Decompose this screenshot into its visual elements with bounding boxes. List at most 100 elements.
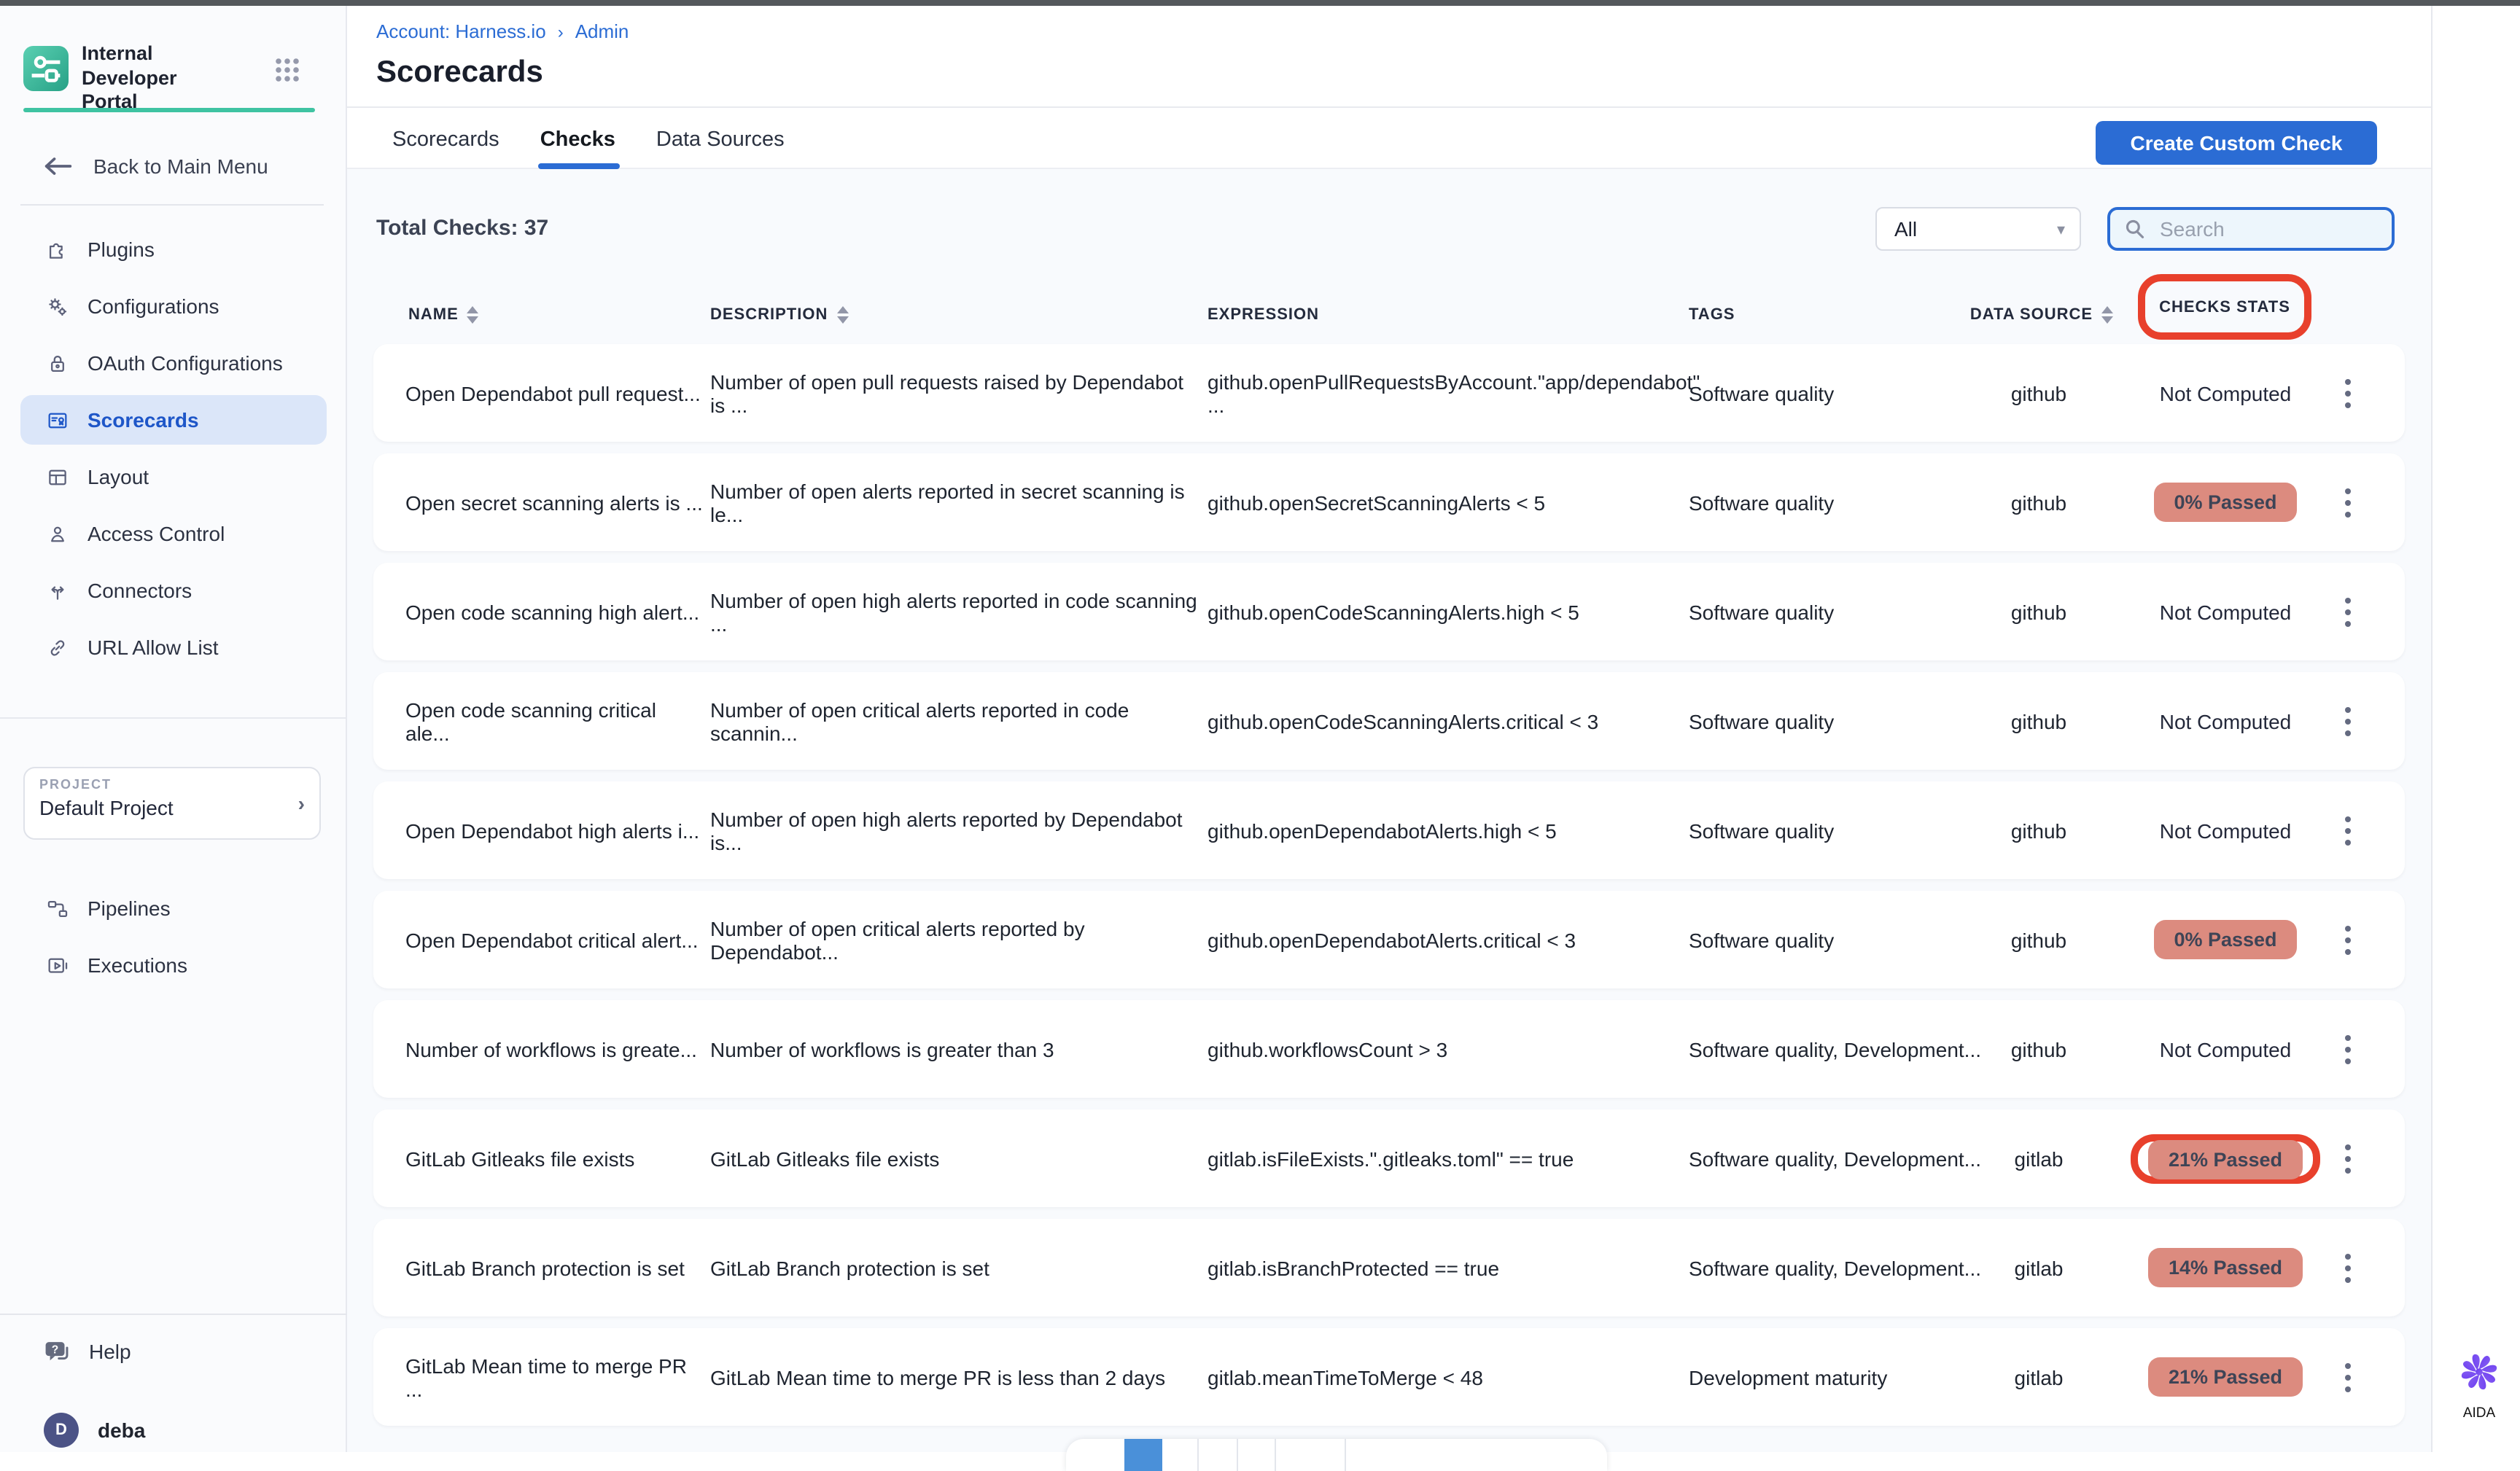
kebab-menu-icon[interactable]: [2330, 891, 2365, 988]
user-name: deba: [98, 1419, 145, 1442]
user-menu[interactable]: D deba: [44, 1411, 321, 1449]
sidebar-item-pipelines[interactable]: Pipelines: [20, 883, 327, 933]
status-badge: 21% Passed: [2148, 1357, 2303, 1397]
annotation-ring-badge: 21% Passed: [2131, 1134, 2320, 1183]
gears-icon: [44, 293, 70, 319]
sidebar-item-connectors[interactable]: Connectors: [20, 566, 327, 615]
page-header: [347, 6, 2431, 108]
check-name: Open Dependabot pull request...: [405, 344, 704, 442]
check-description: Number of open pull requests raised by D…: [710, 344, 1199, 442]
check-stats: 21% Passed: [2080, 1328, 2371, 1426]
kebab-menu-icon[interactable]: [2330, 1328, 2365, 1426]
tab-checks[interactable]: Checks: [537, 124, 618, 156]
lock-icon: [44, 350, 70, 376]
create-custom-check-button[interactable]: Create Custom Check: [2096, 121, 2377, 165]
table-row[interactable]: GitLab Branch protection is set GitLab B…: [373, 1219, 2405, 1316]
status-text: Not Computed: [2160, 381, 2292, 405]
filter-dropdown[interactable]: All ▾: [1875, 207, 2081, 251]
sort-icon[interactable]: [467, 306, 479, 324]
divider: [20, 204, 324, 206]
play-icon: [44, 952, 70, 978]
kebab-menu-icon[interactable]: [2330, 672, 2365, 770]
table-row[interactable]: Open secret scanning alerts is ... Numbe…: [373, 453, 2405, 551]
sidebar-item-label: Configurations: [88, 294, 219, 318]
back-to-main-menu[interactable]: Back to Main Menu: [44, 149, 321, 184]
check-stats: Not Computed: [2080, 1000, 2371, 1098]
sidebar-item-url-allow-list[interactable]: URL Allow List: [20, 623, 327, 672]
table-row[interactable]: Open Dependabot critical alert... Number…: [373, 891, 2405, 988]
pagination-active-page[interactable]: [1124, 1439, 1162, 1471]
total-checks-count: Total Checks: 37: [376, 216, 548, 241]
table-row[interactable]: Number of workflows is greate... Number …: [373, 1000, 2405, 1098]
pagination[interactable]: [1066, 1439, 1607, 1471]
sort-icon[interactable]: [836, 306, 848, 324]
page-title: Scorecards: [376, 55, 543, 90]
aida-pinwheel-icon: [2457, 1350, 2501, 1394]
sidebar-item-label: Pipelines: [88, 897, 171, 920]
breadcrumb-account[interactable]: Account: Harness.io: [376, 20, 546, 42]
status-badge: 0% Passed: [2153, 483, 2297, 522]
sidebar: Internal Developer Portal Back to Main M…: [0, 6, 347, 1452]
kebab-menu-icon[interactable]: [2330, 344, 2365, 442]
project-selector[interactable]: PROJECT Default Project ›: [23, 767, 321, 840]
check-description: Number of workflows is greater than 3: [710, 1000, 1199, 1098]
check-expression: github.openCodeScanningAlerts.high < 5: [1208, 563, 1681, 660]
check-stats: 21% Passed: [2080, 1109, 2371, 1207]
kebab-menu-icon[interactable]: [2330, 1219, 2365, 1316]
check-expression: github.openDependabotAlerts.critical < 3: [1208, 891, 1681, 988]
project-label: PROJECT: [39, 777, 305, 792]
sidebar-item-plugins[interactable]: Plugins: [20, 225, 327, 274]
table-row[interactable]: GitLab Mean time to merge PR ... GitLab …: [373, 1328, 2405, 1426]
column-header-expression: EXPRESSION: [1208, 306, 1319, 324]
app-title: Internal Developer Portal: [82, 42, 242, 114]
table-row[interactable]: Open code scanning high alert... Number …: [373, 563, 2405, 660]
check-expression: github.openPullRequestsByAccount."app/de…: [1208, 344, 1681, 442]
check-stats: Not Computed: [2080, 672, 2371, 770]
arrow-left-icon: [44, 156, 73, 176]
kebab-menu-icon[interactable]: [2330, 453, 2365, 551]
divider: [0, 1314, 347, 1315]
table-row[interactable]: Open Dependabot high alerts i... Number …: [373, 781, 2405, 879]
check-stats: 0% Passed: [2080, 891, 2371, 988]
filter-value: All: [1894, 217, 1917, 241]
sidebar-item-configurations[interactable]: Configurations: [20, 281, 327, 331]
table-row[interactable]: GitLab Gitleaks file exists GitLab Gitle…: [373, 1109, 2405, 1207]
sidebar-item-layout[interactable]: Layout: [20, 452, 327, 502]
help-button[interactable]: ? Help: [44, 1334, 321, 1369]
app-grid-icon[interactable]: [274, 57, 300, 83]
sidebar-item-access-control[interactable]: Access Control: [20, 509, 327, 558]
project-name: Default Project: [39, 796, 305, 819]
status-text: Not Computed: [2160, 1037, 2292, 1061]
column-header-description[interactable]: DESCRIPTION: [710, 306, 848, 324]
column-header-data-source[interactable]: DATA SOURCE: [1954, 306, 2129, 324]
person-icon: [44, 520, 70, 547]
check-name: Open code scanning critical ale...: [405, 672, 704, 770]
status-badge: 21% Passed: [2148, 1139, 2303, 1179]
breadcrumb-admin[interactable]: Admin: [575, 20, 629, 42]
sidebar-item-scorecards[interactable]: Scorecards: [20, 395, 327, 445]
search-input[interactable]: [2157, 216, 2367, 242]
check-description: GitLab Mean time to merge PR is less tha…: [710, 1328, 1199, 1426]
table-row[interactable]: Open code scanning critical ale... Numbe…: [373, 672, 2405, 770]
tab-data-sources[interactable]: Data Sources: [653, 124, 788, 156]
table-row[interactable]: Open Dependabot pull request... Number o…: [373, 344, 2405, 442]
kebab-menu-icon[interactable]: [2330, 1109, 2365, 1207]
help-label: Help: [89, 1340, 131, 1363]
check-name: GitLab Mean time to merge PR ...: [405, 1328, 704, 1426]
chevron-right-icon: ›: [298, 792, 305, 815]
top-chrome-bar: [0, 0, 2520, 6]
kebab-menu-icon[interactable]: [2330, 781, 2365, 879]
status-badge: 14% Passed: [2148, 1248, 2303, 1287]
breadcrumb: Account: Harness.io › Admin: [376, 20, 629, 42]
avatar: D: [44, 1413, 79, 1448]
sidebar-item-oauth-configurations[interactable]: OAuth Configurations: [20, 338, 327, 388]
kebab-menu-icon[interactable]: [2330, 563, 2365, 660]
app-window: Internal Developer Portal Back to Main M…: [0, 0, 2520, 1452]
column-header-name[interactable]: NAME: [408, 306, 479, 324]
tab-scorecards[interactable]: Scorecards: [389, 124, 502, 156]
sidebar-item-executions[interactable]: Executions: [20, 940, 327, 990]
sort-icon[interactable]: [2101, 306, 2113, 324]
back-label: Back to Main Menu: [93, 155, 268, 178]
aida-assistant[interactable]: AIDA: [2450, 1350, 2508, 1421]
kebab-menu-icon[interactable]: [2330, 1000, 2365, 1098]
